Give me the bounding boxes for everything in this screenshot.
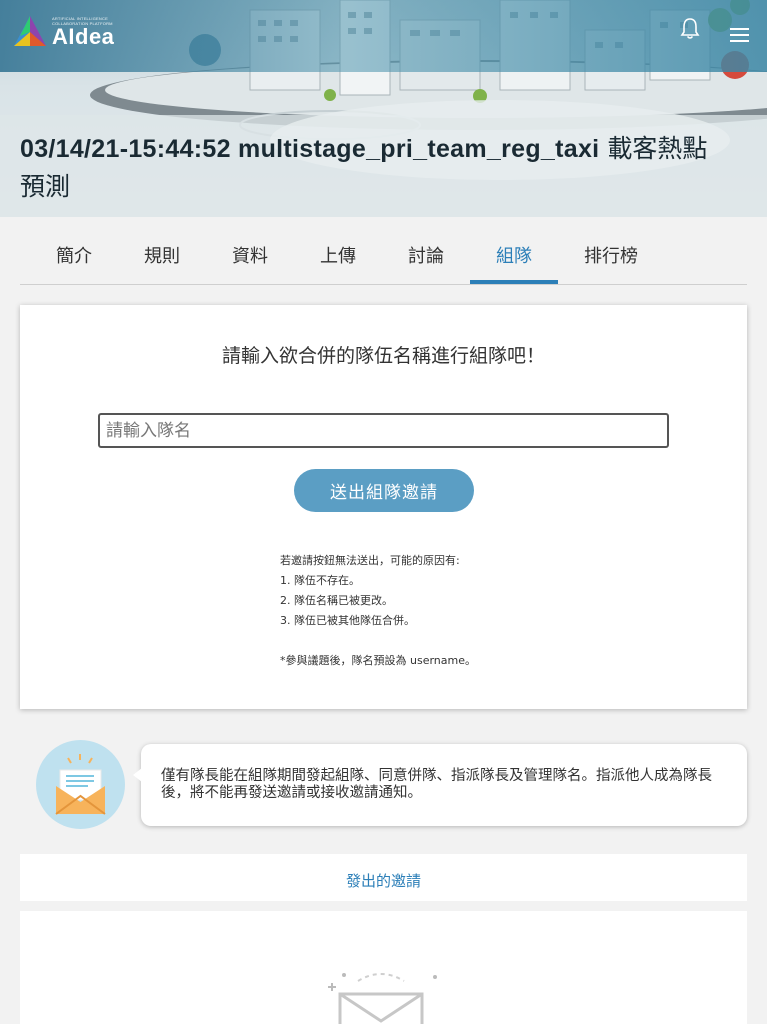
logo-text-block: ARTIFICIAL INTELLIGENCE COLLABORATION PL… (52, 16, 114, 48)
tab-intro[interactable]: 簡介 (56, 242, 92, 268)
hamburger-menu-icon[interactable] (730, 28, 750, 44)
sent-invitations-header: 發出的邀請 (20, 854, 747, 901)
tab-discussion[interactable]: 討論 (408, 242, 444, 268)
page-title: 03/14/21-15:44:52 multistage_pri_team_re… (20, 130, 755, 206)
team-merge-title: 請輸入欲合併的隊伍名稱進行組隊吧！ (221, 345, 545, 367)
envelope-notice-icon (36, 740, 125, 829)
page-title-cjk-1: 載客熱點 (599, 134, 708, 163)
invite-failure-notes: 若邀請按鈕無法送出，可能的原因有: 1. 隊伍不存在。 2. 隊伍名稱已被更改。… (280, 551, 476, 671)
notes-item-1: 1. 隊伍不存在。 (280, 574, 360, 587)
notes-item-3: 3. 隊伍已被其他隊伍合併。 (280, 614, 415, 627)
tab-upload[interactable]: 上傳 (320, 242, 356, 268)
send-team-invite-button[interactable]: 送出組隊邀請 (294, 469, 474, 512)
active-tab-indicator (470, 280, 558, 284)
sent-invitations-list (20, 911, 747, 1024)
notes-footer: *參與議題後，隊名預設為 username。 (280, 654, 476, 667)
team-name-input[interactable] (98, 413, 669, 448)
page-title-cjk-2: 預測 (20, 172, 71, 201)
competition-tabs: 簡介 規則 資料 上傳 討論 組隊 排行榜 (20, 222, 747, 285)
tab-team[interactable]: 組隊 (496, 242, 532, 268)
team-leader-notice-text: 僅有隊長能在組隊期間發起組隊、同意併隊、指派隊長及管理隊名。指派他人成為隊長後，… (161, 768, 712, 801)
tab-data[interactable]: 資料 (232, 242, 268, 268)
page-title-code: 03/14/21-15:44:52 multistage_pri_team_re… (20, 135, 600, 163)
logo-tagline-2: COLLABORATION PLATFORM (52, 21, 113, 26)
notes-intro: 若邀請按鈕無法送出，可能的原因有: (280, 554, 460, 567)
bell-icon[interactable] (679, 16, 701, 40)
sent-invitations-title: 發出的邀請 (345, 872, 421, 890)
logo-triangle-icon (14, 16, 46, 46)
logo-wordmark: AIdea (52, 24, 115, 49)
empty-mail-icon (328, 973, 437, 1024)
aidea-logo[interactable]: ARTIFICIAL INTELLIGENCE COLLABORATION PL… (12, 12, 130, 52)
notes-item-2: 2. 隊伍名稱已被更改。 (280, 594, 393, 607)
hero-banner: ARTIFICIAL INTELLIGENCE COLLABORATION PL… (0, 0, 767, 217)
team-leader-notice: 僅有隊長能在組隊期間發起組隊、同意併隊、指派隊長及管理隊名。指派他人成為隊長後，… (133, 744, 747, 826)
team-merge-card: 請輸入欲合併的隊伍名稱進行組隊吧！ 送出組隊邀請 若邀請按鈕無法送出，可能的原因… (20, 305, 747, 709)
tab-leaderboard[interactable]: 排行榜 (584, 242, 638, 268)
tab-rules[interactable]: 規則 (144, 242, 180, 268)
